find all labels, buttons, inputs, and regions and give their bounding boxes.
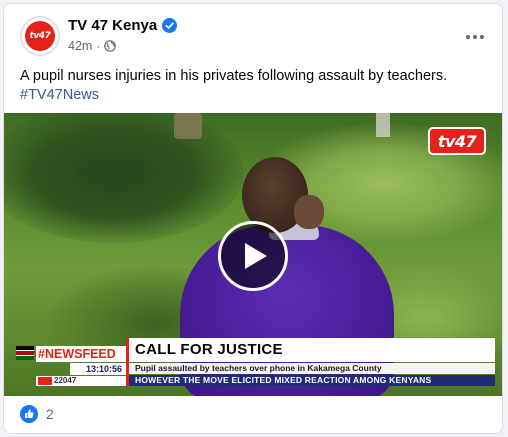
- ticker-marker: [38, 377, 52, 385]
- hashtag-link[interactable]: #TV47News: [20, 86, 490, 105]
- channel-logo-text: tv47: [437, 131, 477, 151]
- page-name-row: TV 47 Kenya: [68, 17, 178, 34]
- meta-separator: ·: [96, 39, 101, 53]
- news-ticker: HOWEVER THE MOVE ELICITED MIXED REACTION…: [129, 375, 495, 386]
- page-name[interactable]: TV 47 Kenya: [68, 17, 157, 34]
- avatar-text: tv47: [29, 31, 51, 41]
- verified-badge-icon: [162, 18, 178, 33]
- play-icon: [245, 243, 267, 269]
- video-player[interactable]: tv47 #NEWSFEED 13:10:56 22047 CALL FOR J…: [4, 113, 502, 396]
- tree-trunk: [174, 113, 202, 139]
- post-time[interactable]: 42m: [68, 39, 92, 53]
- avatar-logo: tv47: [25, 21, 55, 51]
- pole: [376, 113, 390, 137]
- post-meta: 42m ·: [68, 39, 117, 53]
- news-subheadline: Pupil assaulted by teachers over phone i…: [129, 363, 495, 374]
- play-button[interactable]: [218, 221, 288, 291]
- avatar[interactable]: tv47: [20, 16, 60, 56]
- post-body: A pupil nurses injuries in his privates …: [20, 68, 448, 84]
- post-header: tv47 TV 47 Kenya 42m ·: [4, 4, 502, 66]
- ticker-number: 22047: [54, 376, 77, 385]
- more-options-icon[interactable]: [460, 22, 490, 52]
- background-foliage: [4, 113, 244, 243]
- channel-logo: tv47: [428, 127, 486, 155]
- news-lower-third: #NEWSFEED 13:10:56 22047 CALL FOR JUSTIC…: [14, 336, 495, 386]
- newsfeed-label: #NEWSFEED: [36, 346, 126, 362]
- kenya-flag-icon: [16, 346, 34, 360]
- ticker-number-box: 22047: [36, 376, 126, 386]
- post-text: A pupil nurses injuries in his privates …: [20, 67, 490, 105]
- post-card: tv47 TV 47 Kenya 42m · A pupil nurses in…: [3, 3, 503, 434]
- globe-icon: [104, 40, 117, 52]
- like-icon: [20, 405, 38, 423]
- news-clock: 13:10:56: [70, 363, 126, 375]
- reactions-summary[interactable]: 2: [20, 405, 54, 423]
- pupil-hand: [294, 195, 324, 229]
- reaction-count: 2: [46, 406, 54, 422]
- news-headline: CALL FOR JUSTICE: [129, 338, 495, 362]
